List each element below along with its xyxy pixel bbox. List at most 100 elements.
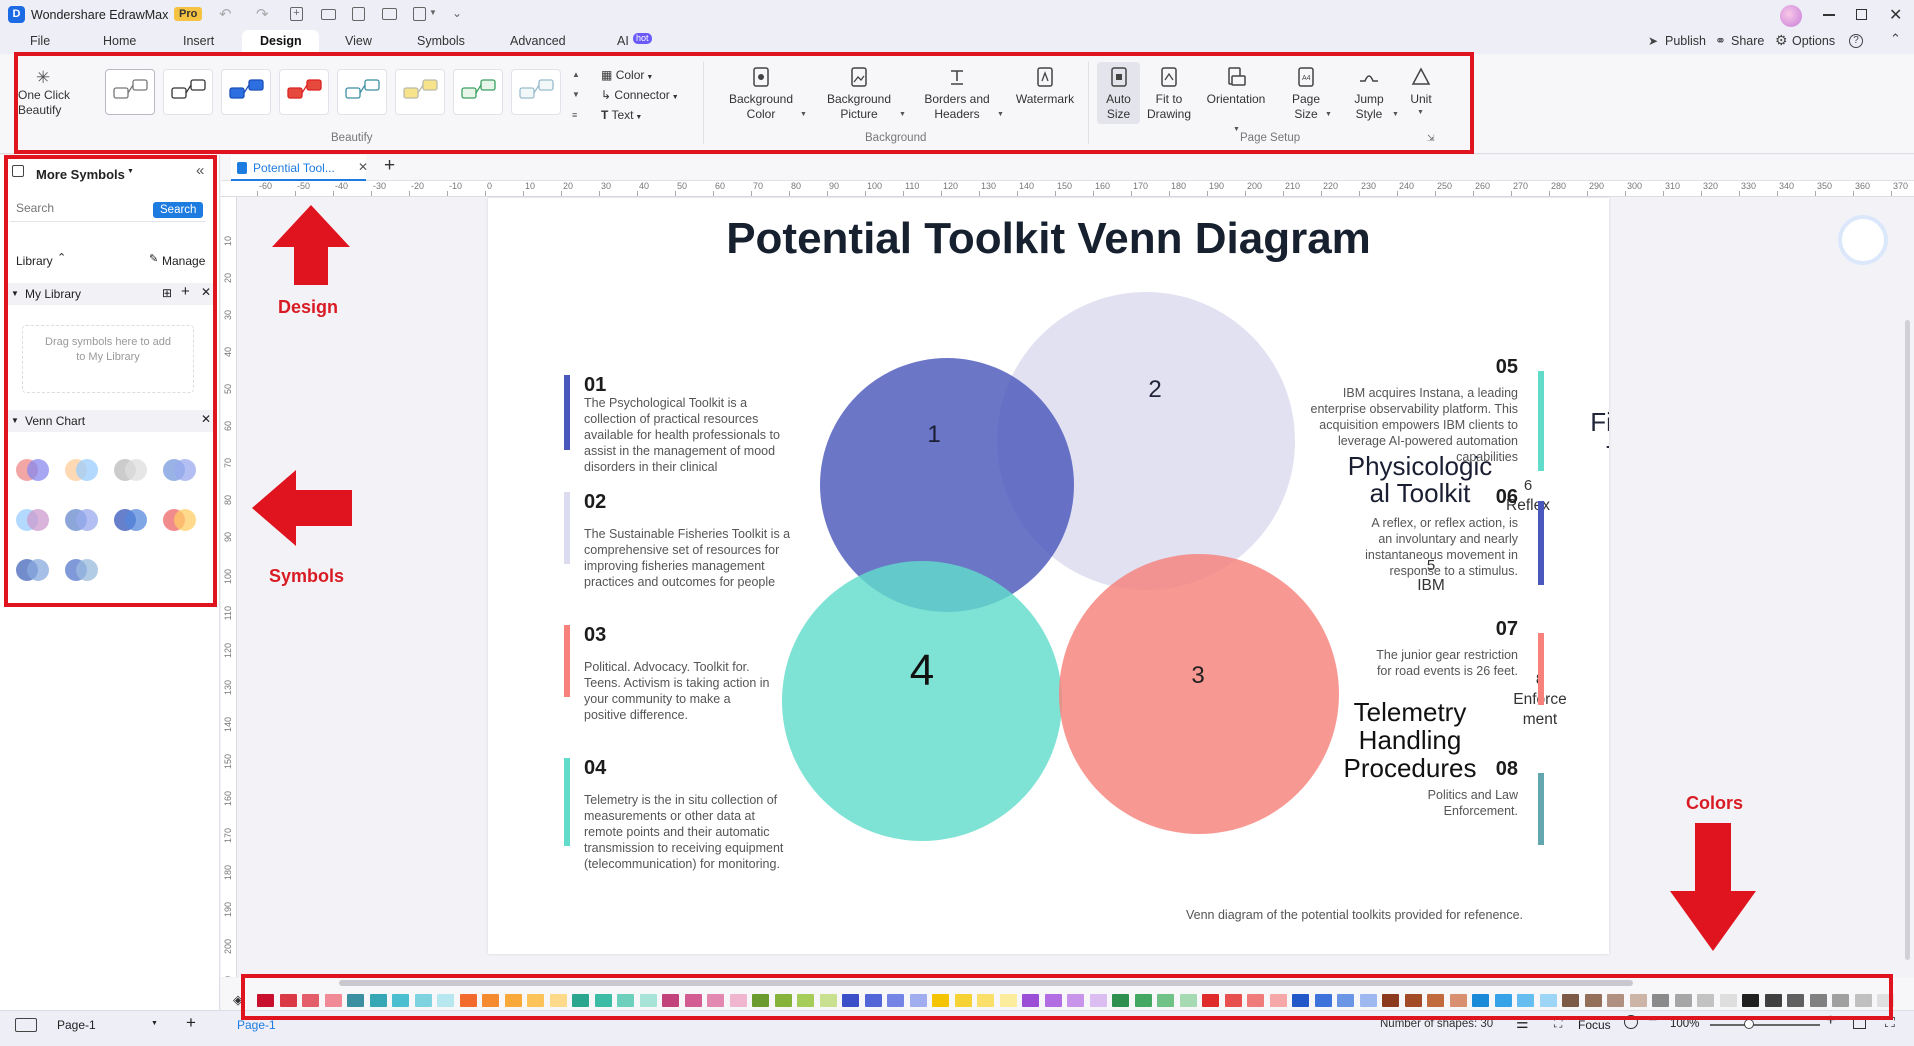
color-swatch[interactable]: [1787, 994, 1804, 1007]
user-avatar[interactable]: [1780, 5, 1802, 27]
venn-symbol-thumbnail[interactable]: [61, 453, 101, 487]
color-swatch[interactable]: [1247, 994, 1264, 1007]
background-color-button[interactable]: Background Color: [722, 66, 800, 122]
page-selector-dropdown-icon[interactable]: ▼: [151, 1020, 158, 1027]
color-swatch[interactable]: [1449, 994, 1467, 1007]
venn-chart-expand-icon[interactable]: ▼: [11, 416, 19, 425]
beautify-style-thumbnail[interactable]: [337, 69, 387, 115]
color-swatch[interactable]: [392, 994, 409, 1007]
page-size-button[interactable]: A4 Page Size: [1286, 66, 1326, 122]
borders-headers-dropdown-icon[interactable]: ▼: [997, 111, 1004, 118]
add-library-icon[interactable]: +: [181, 283, 190, 300]
color-swatch[interactable]: [1134, 994, 1152, 1007]
menu-home[interactable]: Home: [103, 34, 136, 48]
color-swatch[interactable]: [684, 994, 702, 1007]
color-swatch[interactable]: [977, 994, 994, 1007]
color-swatch[interactable]: [1314, 994, 1332, 1007]
color-swatch[interactable]: [1404, 994, 1422, 1007]
redo-icon[interactable]: ↷: [256, 5, 269, 23]
beautify-style-thumbnail[interactable]: [511, 69, 561, 115]
color-swatch[interactable]: [999, 994, 1017, 1007]
color-swatch[interactable]: [1562, 994, 1579, 1007]
color-swatch[interactable]: [572, 994, 589, 1007]
my-library-drop-zone[interactable]: Drag symbols here to add to My Library: [22, 325, 194, 393]
print-icon[interactable]: [382, 8, 397, 20]
color-swatch[interactable]: [1854, 994, 1872, 1007]
library-label[interactable]: Library: [16, 254, 53, 268]
open-folder-icon[interactable]: [321, 9, 336, 20]
play-icon[interactable]: [1624, 1015, 1638, 1029]
color-swatch[interactable]: [1472, 994, 1489, 1007]
legend-item-text[interactable]: Political. Advocacy. Toolkit for. Teens. …: [584, 659, 770, 723]
color-swatch[interactable]: [279, 994, 297, 1007]
venn-symbol-thumbnail[interactable]: [110, 503, 150, 537]
orientation-button[interactable]: Orientation: [1200, 66, 1272, 107]
vertical-scrollbar[interactable]: [1905, 320, 1910, 960]
color-swatch[interactable]: [932, 994, 949, 1007]
color-swatch[interactable]: [1112, 994, 1129, 1007]
color-swatch[interactable]: [1629, 994, 1647, 1007]
color-swatch[interactable]: [1427, 994, 1444, 1007]
close-library-icon[interactable]: ✕: [201, 285, 211, 299]
color-swatch[interactable]: [369, 994, 387, 1007]
color-swatch[interactable]: [1157, 994, 1174, 1007]
export-dropdown-icon[interactable]: ▼: [429, 8, 437, 17]
color-swatch[interactable]: [1224, 994, 1242, 1007]
legend-item-text[interactable]: A reflex, or reflex action, is an involun…: [1365, 515, 1518, 579]
color-swatch[interactable]: [1697, 994, 1714, 1007]
options-button[interactable]: Options: [1792, 34, 1835, 48]
fit-to-drawing-button[interactable]: Fit to Drawing: [1145, 66, 1193, 122]
color-swatch[interactable]: [549, 994, 567, 1007]
color-swatch[interactable]: [729, 994, 747, 1007]
diagram-caption[interactable]: Venn diagram of the potential toolkits p…: [1186, 908, 1523, 922]
color-swatch[interactable]: [1517, 994, 1534, 1007]
fullscreen-icon[interactable]: ⛶: [1885, 1014, 1895, 1031]
add-page-icon[interactable]: +: [186, 1013, 196, 1033]
unit-dropdown-icon[interactable]: ▼: [1417, 109, 1424, 116]
legend-item-text[interactable]: Politics and Law Enforcement.: [1428, 787, 1518, 819]
color-swatch[interactable]: [257, 994, 274, 1007]
share-icon[interactable]: ⚭: [1715, 33, 1726, 49]
color-swatch[interactable]: [1652, 994, 1669, 1007]
color-swatch[interactable]: [1067, 994, 1084, 1007]
menu-symbols[interactable]: Symbols: [417, 34, 465, 48]
manage-icon[interactable]: ✎: [149, 252, 158, 265]
library-collapse-icon[interactable]: ⌃: [57, 251, 66, 264]
venn-symbol-thumbnail[interactable]: [61, 503, 101, 537]
menu-insert[interactable]: Insert: [183, 34, 214, 48]
fill-picker-icon[interactable]: ◈: [233, 992, 243, 1008]
color-swatch[interactable]: [797, 994, 814, 1007]
legend-item-number[interactable]: 01: [584, 374, 606, 397]
beautify-style-thumbnail[interactable]: [279, 69, 329, 115]
menu-design[interactable]: Design: [260, 34, 302, 48]
color-swatch[interactable]: [887, 994, 904, 1007]
beautify-style-thumbnail[interactable]: [105, 69, 155, 115]
background-picture-dropdown-icon[interactable]: ▼: [899, 111, 906, 118]
color-swatch[interactable]: [1089, 994, 1107, 1007]
import-library-icon[interactable]: ⊞: [162, 286, 172, 300]
color-swatch[interactable]: [909, 994, 927, 1007]
venn-symbol-thumbnail[interactable]: [61, 553, 101, 587]
color-swatch[interactable]: [1337, 994, 1354, 1007]
color-swatch[interactable]: [617, 994, 634, 1007]
color-swatch[interactable]: [527, 994, 544, 1007]
zoom-out-icon[interactable]: −: [1648, 1012, 1657, 1030]
color-swatch[interactable]: [662, 994, 679, 1007]
gallery-scroll-up-icon[interactable]: ▲: [572, 70, 580, 79]
minimize-icon[interactable]: [1823, 14, 1835, 16]
menu-file[interactable]: File: [30, 34, 50, 48]
collapse-panel-icon[interactable]: «: [196, 162, 204, 179]
connector-button[interactable]: ↳ Connector ▼: [601, 88, 679, 105]
save-icon[interactable]: [352, 7, 365, 21]
venn-symbol-thumbnail[interactable]: [12, 453, 52, 487]
watermark-button[interactable]: Watermark: [1010, 66, 1080, 107]
close-icon[interactable]: ✕: [1889, 5, 1902, 25]
legend-item-number[interactable]: 07: [1496, 618, 1518, 641]
color-swatch[interactable]: [482, 994, 499, 1007]
legend-item-number[interactable]: 03: [584, 624, 606, 647]
collapse-ribbon-icon[interactable]: ⌃: [1890, 31, 1901, 47]
zoom-level[interactable]: 100%: [1670, 1018, 1699, 1030]
color-swatch[interactable]: [864, 994, 882, 1007]
legend-item-text[interactable]: The junior gear restriction for road even…: [1376, 647, 1518, 679]
new-page-icon[interactable]: +: [290, 7, 303, 21]
